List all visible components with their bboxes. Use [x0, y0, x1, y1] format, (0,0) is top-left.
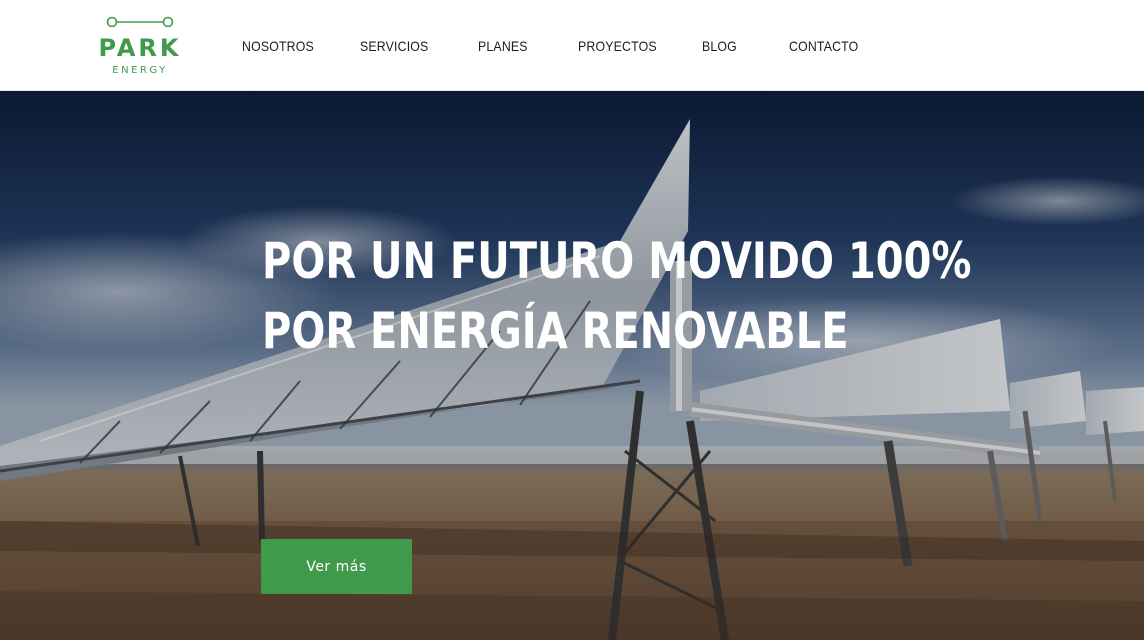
site-header: PARK ENERGY NOSOTROS SERVICIOS PLANES PR… — [0, 0, 1144, 91]
nav-item-planes[interactable]: PLANES — [478, 35, 528, 57]
nav-item-proyectos[interactable]: PROYECTOS — [578, 35, 657, 57]
nav-item-contacto[interactable]: CONTACTO — [789, 35, 858, 57]
nav-item-nosotros[interactable]: NOSOTROS — [242, 35, 314, 57]
hero-title-line-1: POR UN FUTURO MOVIDO 100% — [262, 232, 972, 290]
nav-item-servicios[interactable]: SERVICIOS — [360, 35, 428, 57]
hero-title-line-2: POR ENERGÍA RENOVABLE — [262, 302, 849, 360]
nav-item-blog[interactable]: BLOG — [702, 35, 737, 57]
ver-mas-button[interactable]: Ver más — [261, 539, 412, 594]
main-navigation: NOSOTROS SERVICIOS PLANES PROYECTOS BLOG… — [0, 0, 1144, 91]
hero-section: POR UN FUTURO MOVIDO 100% POR ENERGÍA RE… — [0, 91, 1144, 640]
hero-title: POR UN FUTURO MOVIDO 100% POR ENERGÍA RE… — [262, 226, 972, 366]
